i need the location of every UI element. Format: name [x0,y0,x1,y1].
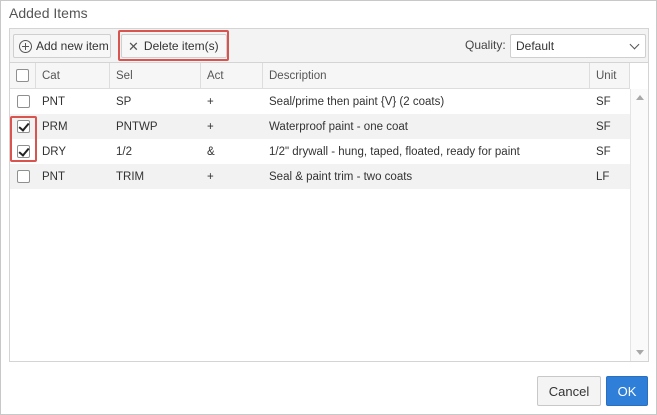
act-cell: + [207,170,214,183]
dialog-title: Added Items [9,5,88,21]
circle-plus-icon [19,39,32,53]
quality-select[interactable]: Default [510,34,646,58]
act-cell: + [207,120,214,133]
sel-cell: PNTWP [116,120,158,133]
row-checkbox[interactable] [16,145,30,158]
table-row[interactable]: PNT TRIM + Seal & paint trim - two coats… [10,164,630,189]
table-row[interactable]: PRM PNTWP + Waterproof paint - one coat … [10,114,630,139]
header-description[interactable]: Description [263,63,590,88]
select-all-cell [10,63,36,88]
quality-value: Default [516,39,555,53]
table-row[interactable]: DRY 1/2 & 1/2" drywall - hung, taped, fl… [10,139,630,164]
act-cell: & [207,145,215,158]
header-cat[interactable]: Cat [36,63,110,88]
table-header: Cat Sel Act Description Unit [10,63,630,89]
ok-button[interactable]: OK [606,376,648,406]
add-new-item-button[interactable]: Add new item [13,34,111,58]
cancel-button[interactable]: Cancel [537,376,601,406]
add-new-item-label: Add new item [36,39,109,53]
header-act[interactable]: Act [201,63,263,88]
added-items-dialog: Added Items Add new item ✕ Delete item(s… [0,0,657,415]
sel-cell: SP [116,95,132,108]
row-select-cell [10,164,36,189]
items-panel: Add new item ✕ Delete item(s) Quality: D… [9,28,649,362]
row-select-cell [10,89,36,114]
unit-cell: SF [596,95,611,108]
row-select-cell [10,114,36,139]
header-unit[interactable]: Unit [590,63,630,88]
table-row[interactable]: PNT SP + Seal/prime then paint {V} (2 co… [10,89,630,114]
description-cell: Waterproof paint - one coat [269,120,408,133]
act-cell: + [207,95,214,108]
unit-cell: SF [596,145,611,158]
row-checkbox[interactable] [16,95,30,108]
cat-cell: PNT [42,170,65,183]
chevron-down-icon [629,39,640,50]
close-icon: ✕ [128,38,139,54]
description-cell: Seal/prime then paint {V} (2 coats) [269,95,445,108]
cat-cell: PRM [42,120,68,133]
vertical-scrollbar[interactable] [630,89,648,361]
select-all-checkbox[interactable] [16,69,29,82]
header-sel[interactable]: Sel [110,63,201,88]
row-checkbox[interactable] [16,170,30,183]
description-cell: Seal & paint trim - two coats [269,170,413,183]
row-select-cell [10,139,36,164]
scroll-up-icon[interactable] [636,95,644,100]
description-cell: 1/2" drywall - hung, taped, floated, rea… [269,145,520,158]
sel-cell: 1/2 [116,145,132,158]
row-checkbox[interactable] [16,120,30,133]
delete-items-label: Delete item(s) [143,39,219,53]
sel-cell: TRIM [116,170,145,183]
unit-cell: SF [596,120,611,133]
delete-items-button[interactable]: ✕ Delete item(s) [121,34,227,58]
cat-cell: DRY [42,145,67,158]
quality-label: Quality: [465,38,506,52]
unit-cell: LF [596,170,610,183]
scroll-down-icon[interactable] [636,350,644,355]
toolbar: Add new item ✕ Delete item(s) Quality: D… [10,29,648,63]
cat-cell: PNT [42,95,65,108]
